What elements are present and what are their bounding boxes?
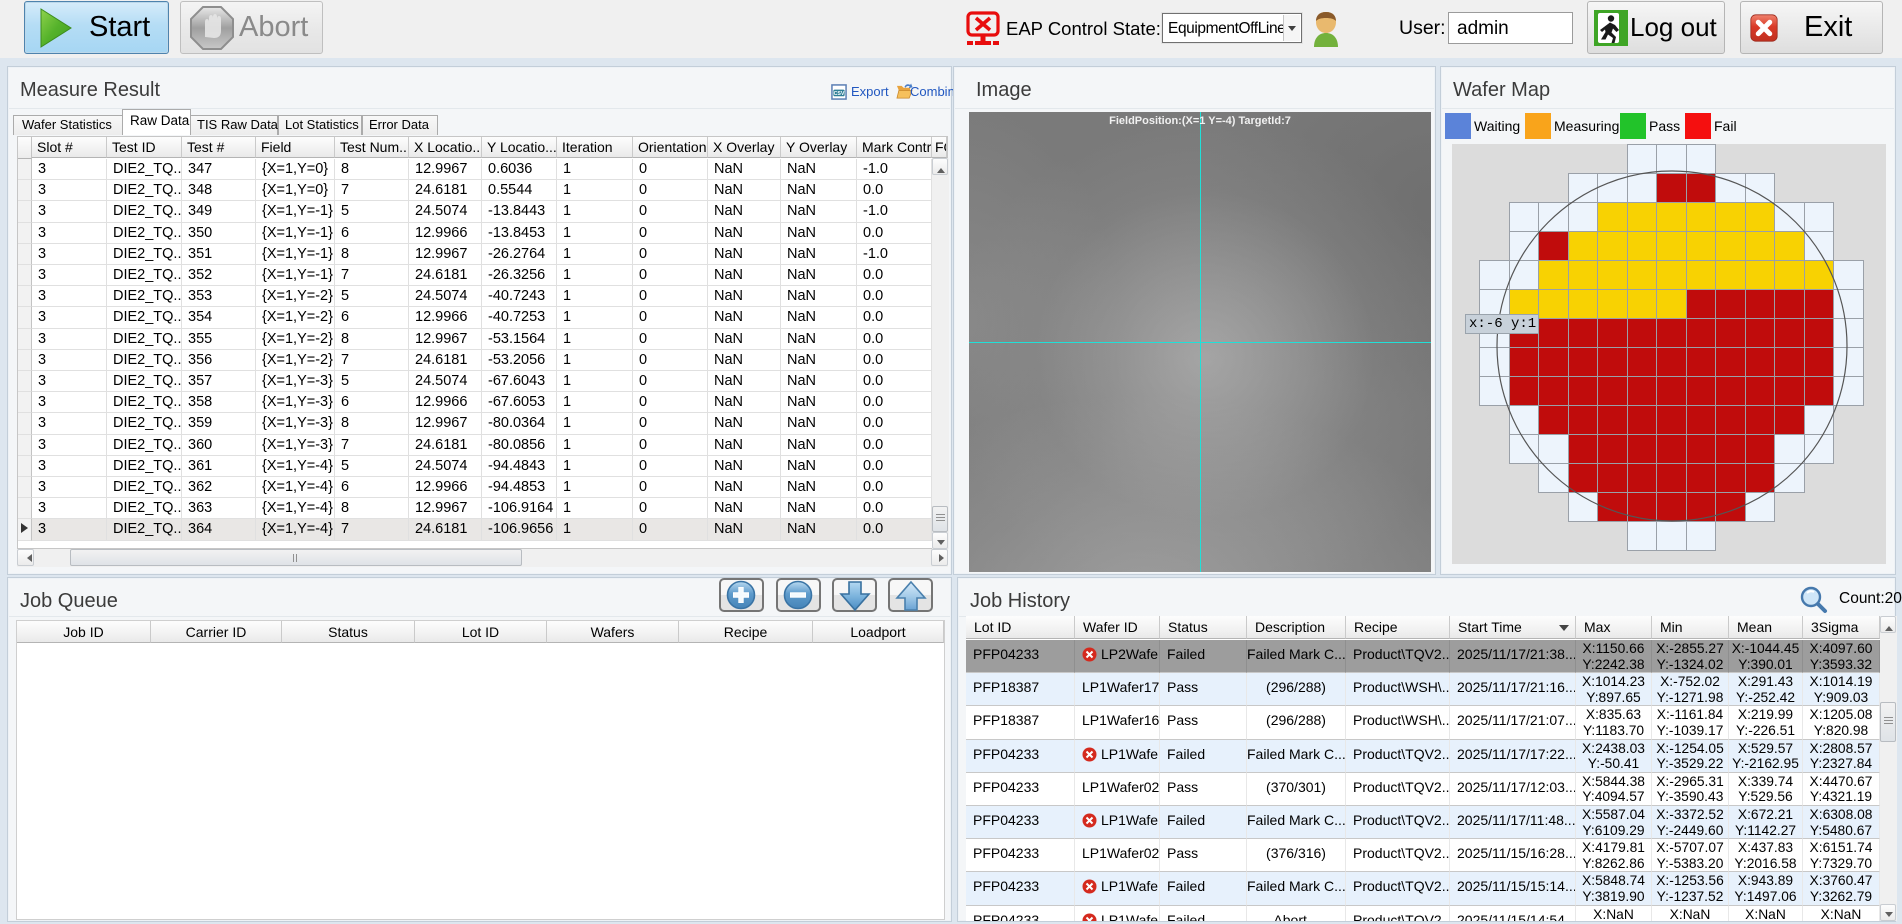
svg-text:CSV: CSV xyxy=(834,91,845,97)
